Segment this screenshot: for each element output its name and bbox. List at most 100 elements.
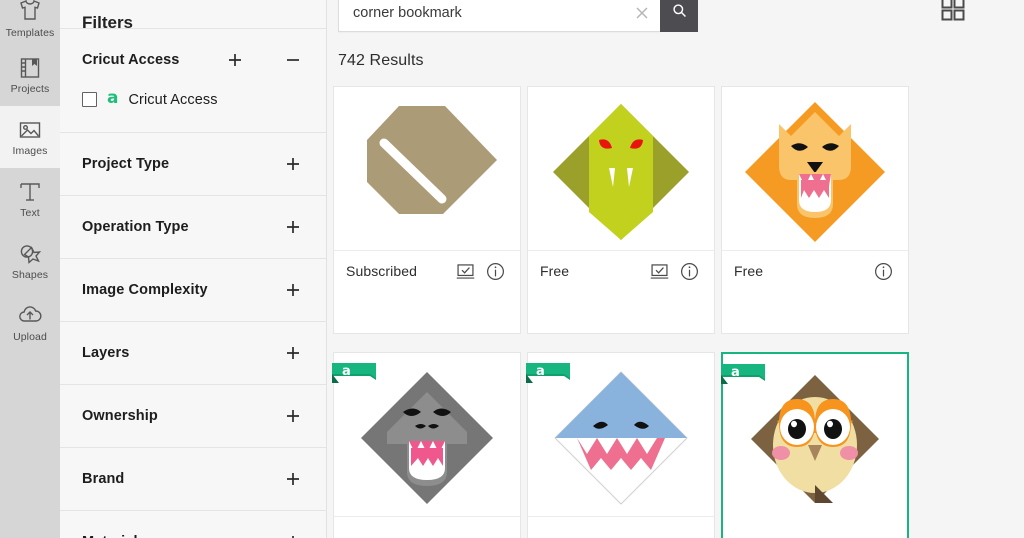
filter-section-name: Material xyxy=(82,534,282,538)
cricut-access-logo-icon: a xyxy=(107,88,119,108)
rail-item-upload[interactable]: Upload xyxy=(0,292,60,354)
close-icon[interactable] xyxy=(628,0,656,27)
rail-label-text: Text xyxy=(20,207,40,220)
filter-section-name: Brand xyxy=(82,471,125,487)
cricut-access-badge: a xyxy=(721,364,765,390)
search-submit-button[interactable] xyxy=(660,0,698,32)
tan-bookmark-artwork xyxy=(367,105,497,214)
svg-text:a: a xyxy=(342,364,351,379)
image-results-grid: Subscribed Free Free a a a xyxy=(332,86,1024,538)
rail-item-projects[interactable]: Projects xyxy=(0,44,60,106)
filter-section-project-type: Project Type xyxy=(60,132,326,195)
card-footer xyxy=(334,517,520,538)
filter-section-name: Layers xyxy=(82,345,130,361)
rail-label-projects: Projects xyxy=(10,83,50,96)
filter-section-operation-type: Operation Type xyxy=(60,195,326,258)
filter-section-header-image-complexity[interactable]: Image Complexity xyxy=(60,259,326,321)
filter-section-header-cricut-access[interactable]: Cricut Access xyxy=(60,29,326,91)
price-label: Subscribed xyxy=(346,263,418,279)
filter-section-name: Image Complexity xyxy=(82,282,208,298)
price-label: Free xyxy=(734,263,764,279)
cut-icon[interactable] xyxy=(452,259,478,283)
search-icon xyxy=(671,2,688,24)
card-footer: Free xyxy=(722,251,908,291)
filter-section-header-material[interactable]: Material xyxy=(60,511,326,538)
filter-section-cricut-access: Cricut Access a Cricut Access xyxy=(60,28,326,132)
search-bar xyxy=(338,0,698,32)
cricut-design-space: Templates Projects Images Text Shapes Up… xyxy=(0,0,1024,538)
result-card-green-snake-bookmark[interactable]: Free xyxy=(527,86,715,334)
filter-section-header-brand[interactable]: Brand xyxy=(60,448,326,510)
left-icon-rail: Templates Projects Images Text Shapes Up… xyxy=(0,0,60,538)
rail-item-text[interactable]: Text xyxy=(0,168,60,230)
cricut-access-badge: a xyxy=(332,363,376,389)
rail-item-templates[interactable]: Templates xyxy=(0,0,60,44)
thumbnail xyxy=(722,87,908,251)
info-icon[interactable] xyxy=(482,259,508,283)
thumbnail xyxy=(528,87,714,251)
rail-item-images[interactable]: Images xyxy=(0,106,60,168)
price-label: Free xyxy=(540,263,570,279)
info-icon[interactable] xyxy=(870,259,896,283)
filter-option-label: Cricut Access xyxy=(128,91,218,108)
info-icon[interactable] xyxy=(676,259,702,283)
upload-icon xyxy=(17,303,43,329)
card-footer xyxy=(528,517,714,538)
checkbox-cricut-access[interactable] xyxy=(82,92,97,107)
green-snake-artwork xyxy=(553,103,689,240)
filter-section-body-cricut-access: a Cricut Access xyxy=(60,88,326,132)
image-browser-main: 742 Results Subscribed xyxy=(327,0,1024,538)
expand-plus-icon[interactable] xyxy=(282,342,304,364)
filter-section-name: Cricut Access xyxy=(82,52,180,68)
filter-section-header-project-type[interactable]: Project Type xyxy=(60,133,326,195)
cricut-access-badge: a xyxy=(526,363,570,389)
filter-section-header-operation-type[interactable]: Operation Type xyxy=(60,196,326,258)
filter-option-cricut-access[interactable]: a Cricut Access xyxy=(82,88,304,112)
expand-plus-icon[interactable] xyxy=(282,531,304,538)
shirt-icon xyxy=(17,0,43,25)
filter-section-layers: Layers xyxy=(60,321,326,384)
card-footer: Subscribed xyxy=(334,251,520,291)
expand-plus-icon[interactable] xyxy=(282,279,304,301)
grid-view-toggle[interactable] xyxy=(938,0,968,26)
filter-section-material: Material xyxy=(60,510,326,538)
rail-label-upload: Upload xyxy=(13,331,47,344)
thumbnail xyxy=(334,87,520,251)
result-card-owl-bookmark[interactable]: a xyxy=(721,352,909,538)
text-icon xyxy=(17,179,43,205)
result-card-gray-gorilla-bookmark[interactable]: a xyxy=(332,352,521,538)
card-footer xyxy=(723,518,907,538)
cut-icon[interactable] xyxy=(646,259,672,283)
filter-section-header-ownership[interactable]: Ownership xyxy=(60,385,326,447)
filter-section-header-layers[interactable]: Layers xyxy=(60,322,326,384)
filter-section-name: Operation Type xyxy=(82,219,189,235)
filter-section-brand: Brand xyxy=(60,447,326,510)
result-card-blue-shark-bookmark[interactable]: a xyxy=(526,352,715,538)
filter-section-image-complexity: Image Complexity xyxy=(60,258,326,321)
filter-section-name: Project Type xyxy=(82,156,170,172)
expand-plus-icon[interactable] xyxy=(282,405,304,427)
result-card-tan-corner-bookmark[interactable]: Subscribed xyxy=(333,86,521,334)
rail-label-shapes: Shapes xyxy=(11,269,49,282)
result-card-orange-lion-bookmark[interactable]: Free xyxy=(721,86,909,334)
card-footer: Free xyxy=(528,251,714,291)
expand-plus-icon[interactable] xyxy=(282,216,304,238)
search-input[interactable] xyxy=(353,5,628,21)
grid-view-icon xyxy=(940,0,966,27)
results-count: 742 Results xyxy=(338,52,424,69)
expand-plus-icon[interactable] xyxy=(282,468,304,490)
rail-label-templates: Templates xyxy=(5,26,55,39)
filters-panel: Filters Cricut Access a Cricut Access Pr… xyxy=(60,0,327,538)
orange-lion-artwork xyxy=(745,101,885,242)
filter-section-name: Ownership xyxy=(82,408,158,424)
rail-label-images: Images xyxy=(12,145,48,158)
rail-item-shapes[interactable]: Shapes xyxy=(0,230,60,292)
search-input-wrap xyxy=(338,0,660,32)
image-icon xyxy=(17,117,43,143)
collapse-minus-icon[interactable] xyxy=(282,49,304,71)
expand-plus-icon[interactable] xyxy=(282,153,304,175)
filters-title: Filters xyxy=(82,13,134,32)
expand-plus-icon[interactable] xyxy=(224,49,246,71)
filters-header: Filters xyxy=(60,0,326,32)
svg-text:a: a xyxy=(731,365,740,380)
